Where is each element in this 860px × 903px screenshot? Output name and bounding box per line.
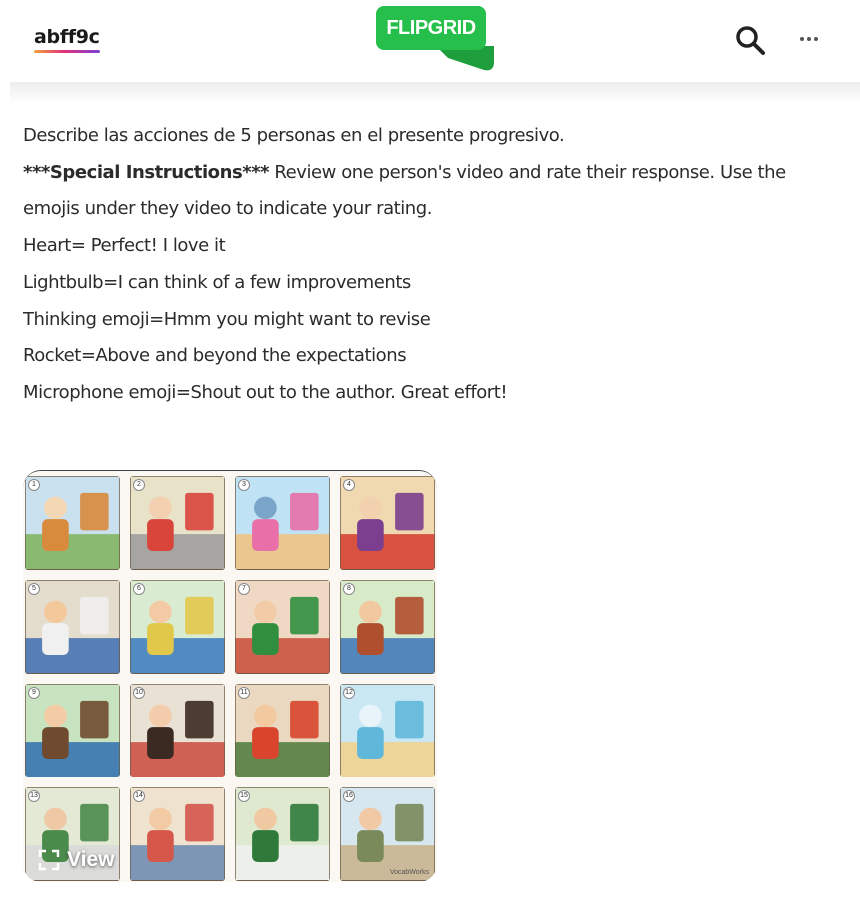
expand-icon bbox=[38, 849, 60, 871]
illustration-cell: 2 bbox=[130, 476, 225, 570]
cell-number: 6 bbox=[133, 582, 145, 595]
cell-number: 12 bbox=[343, 686, 355, 699]
rating-line: Rocket=Above and beyond the expectations bbox=[23, 345, 407, 367]
cell-number: 9 bbox=[28, 686, 40, 699]
cell-number: 1 bbox=[28, 479, 40, 491]
illustration-grid: 1 2 3 4 5 6 7 8 9 10 11 12 13 14 15 16 bbox=[23, 471, 437, 882]
special-label: ***Special Instructions*** bbox=[23, 161, 270, 183]
cell-number: 4 bbox=[343, 479, 355, 491]
illustration-cell: 14 bbox=[130, 787, 225, 881]
watermark: VocabWorks bbox=[389, 869, 429, 876]
cell-number: 11 bbox=[238, 686, 250, 699]
cell-number: 2 bbox=[133, 479, 145, 491]
cell-number: 10 bbox=[133, 686, 145, 699]
special-instructions: ***Special Instructions*** Review one pe… bbox=[23, 155, 843, 228]
view-label: View bbox=[67, 848, 115, 871]
rating-line: Heart= Perfect! I love it bbox=[23, 235, 226, 257]
search-icon[interactable] bbox=[734, 24, 766, 56]
flipgrid-logo[interactable]: FLIPGRID bbox=[376, 6, 502, 76]
illustration-cell: 9 bbox=[25, 683, 120, 778]
prompt-line-1: Describe las acciones de 5 personas en e… bbox=[23, 125, 565, 146]
illustration-cell: 11 bbox=[235, 683, 330, 778]
cell-number: 8 bbox=[343, 582, 355, 595]
rating-line: Thinking emoji=Hmm you might want to rev… bbox=[23, 308, 431, 330]
illustration-cell: 8 bbox=[340, 579, 435, 674]
logo-text: FLIPGRID bbox=[386, 17, 476, 39]
illustration-cell: 16 bbox=[340, 787, 435, 881]
illustration-cell: 3 bbox=[235, 476, 330, 570]
username[interactable]: abff9c bbox=[34, 26, 100, 48]
illustration-cell: 15 bbox=[235, 787, 330, 881]
more-icon[interactable] bbox=[794, 24, 824, 54]
illustration-cell: 5 bbox=[25, 579, 120, 674]
rating-line: Microphone emoji=Shout out to the author… bbox=[23, 381, 508, 403]
illustration-cell: 10 bbox=[130, 683, 225, 778]
illustration-cell: 6 bbox=[130, 579, 225, 674]
top-bar: abff9c FLIPGRID bbox=[0, 0, 860, 82]
header-shadow bbox=[10, 82, 860, 104]
illustration-cell: 4 bbox=[340, 476, 435, 570]
illustration-cell: 12 bbox=[340, 683, 435, 778]
illustration-cell: 1 bbox=[25, 476, 120, 570]
username-underline bbox=[34, 50, 100, 53]
illustration-cell: 7 bbox=[235, 579, 330, 674]
cell-number: 5 bbox=[28, 582, 40, 595]
view-button[interactable]: View bbox=[37, 845, 114, 875]
rating-line: Lightbulb=I can think of a few improveme… bbox=[23, 271, 411, 293]
topic-media-tile[interactable]: 1 2 3 4 5 6 7 8 9 10 11 12 13 14 15 16 View VocabWorks bbox=[23, 470, 437, 882]
cell-number: 7 bbox=[238, 582, 250, 595]
cell-number: 3 bbox=[238, 479, 250, 491]
topic-prompt: Describe las acciones de 5 personas en e… bbox=[23, 118, 843, 412]
